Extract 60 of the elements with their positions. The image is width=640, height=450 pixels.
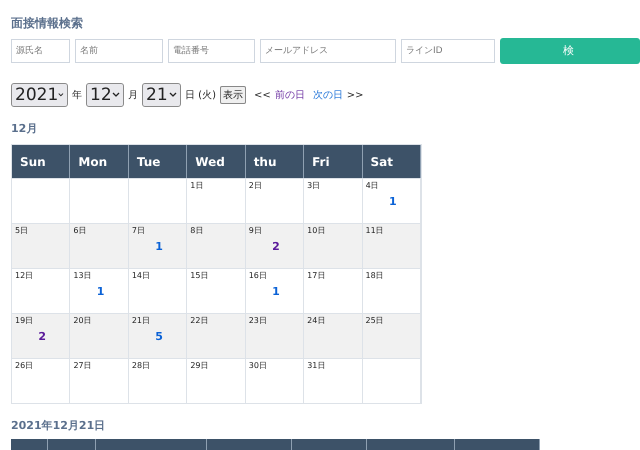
day-number: 16日 <box>248 271 267 281</box>
prev-day-link[interactable]: 前の日 <box>274 88 305 102</box>
day-number: 18日 <box>366 271 384 281</box>
day-number: 19日 <box>15 316 34 326</box>
day-select[interactable]: 21 <box>142 83 181 107</box>
day-number: 2日 <box>248 181 262 191</box>
day-number: 8日 <box>190 226 204 236</box>
day-number: 7日 <box>132 226 145 236</box>
day-number: 27日 <box>73 361 92 371</box>
month-title: 12月 <box>11 121 38 137</box>
day-number: 5日 <box>15 226 28 236</box>
interview-count-link[interactable]: 1 <box>96 286 104 297</box>
year-select[interactable]: 2021 <box>11 83 68 107</box>
search-field[interactable]: 源氏名 <box>11 39 70 63</box>
day-number: 14日 <box>132 271 150 281</box>
interview-count-link[interactable]: 1 <box>155 241 163 252</box>
date-title: 2021年12月21日 <box>11 418 106 434</box>
day-number: 13日 <box>73 271 92 281</box>
day-number: 3日 <box>307 181 320 191</box>
day-number: 1日 <box>190 181 204 191</box>
day-number: 12日 <box>15 271 34 281</box>
day-number: 20日 <box>73 316 92 326</box>
chevron-down-icon <box>169 92 177 98</box>
day-number: 11日 <box>366 226 384 236</box>
search-field[interactable]: メールアドレス <box>260 39 396 63</box>
day-number: 15日 <box>190 271 208 281</box>
next-arrows: >> <box>346 88 364 102</box>
chevron-down-icon <box>112 92 120 98</box>
day-number: 22日 <box>190 316 208 326</box>
weekday-label: 日 (火) <box>185 88 216 102</box>
day-number: 6日 <box>73 226 87 236</box>
day-number: 31日 <box>307 361 326 371</box>
month-select[interactable]: 12 <box>86 83 124 107</box>
page-title: 面接情報検索 <box>11 15 84 30</box>
day-number: 30日 <box>248 361 267 371</box>
day-number: 24日 <box>307 316 326 326</box>
day-number: 26日 <box>15 361 34 371</box>
search-field[interactable]: 電話番号 <box>168 39 255 63</box>
day-number: 21日 <box>132 316 150 326</box>
day-number: 29日 <box>190 361 208 371</box>
day-number: 9日 <box>248 226 262 236</box>
day-number: 23日 <box>248 316 267 326</box>
show-button[interactable]: 表示 <box>220 86 246 104</box>
day-number: 4日 <box>366 181 379 191</box>
day-number: 28日 <box>132 361 150 371</box>
prev-arrows: << <box>254 88 271 102</box>
day-number: 17日 <box>307 271 326 281</box>
next-day-link[interactable]: 次の日 <box>312 88 343 102</box>
month-label: 月 <box>128 88 138 102</box>
year-label: 年 <box>72 88 82 102</box>
interview-count-link[interactable]: 1 <box>388 196 397 207</box>
day-number: 25日 <box>366 316 384 326</box>
search-field[interactable]: 名前 <box>75 39 163 63</box>
search-field[interactable]: ラインID <box>401 39 495 63</box>
interview-count-link[interactable]: 2 <box>38 331 46 342</box>
chevron-down-icon <box>58 92 64 98</box>
interview-count-link[interactable]: 1 <box>272 286 280 297</box>
interview-count-link[interactable]: 2 <box>272 241 280 252</box>
day-number: 10日 <box>307 226 326 236</box>
interview-count-link[interactable]: 5 <box>155 331 163 342</box>
